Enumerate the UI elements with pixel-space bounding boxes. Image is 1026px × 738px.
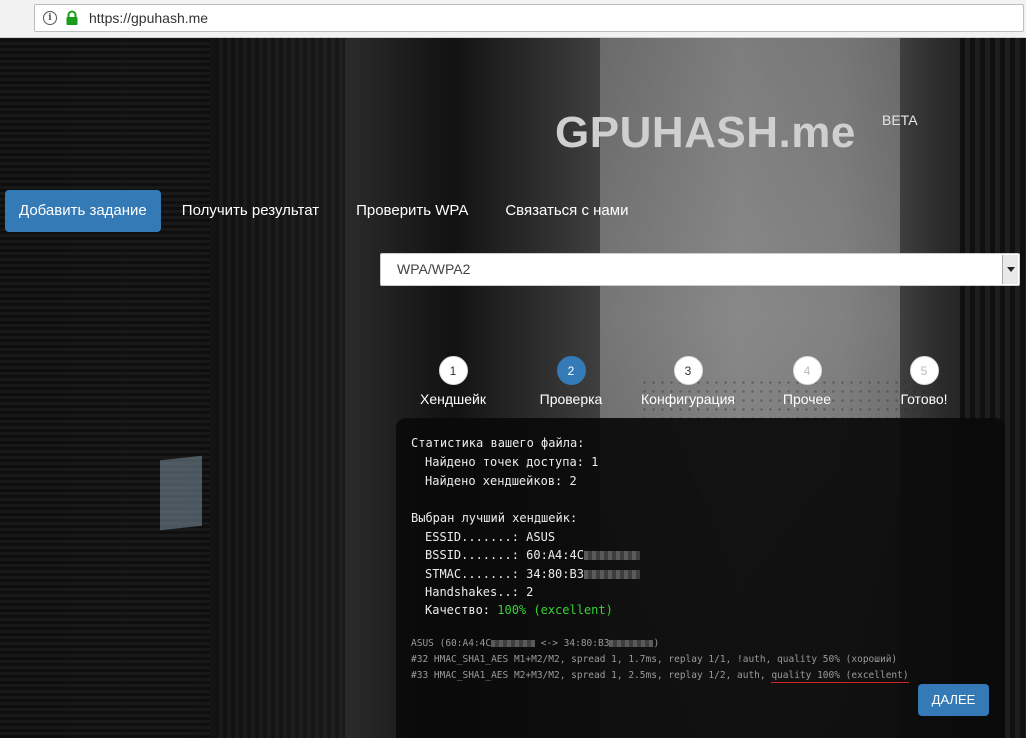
- step-configuration: 3 Конфигурация: [623, 356, 753, 407]
- step-number: 2: [556, 356, 586, 385]
- next-button[interactable]: ДАЛЕЕ: [918, 684, 989, 716]
- chevron-down-icon[interactable]: [1002, 255, 1018, 284]
- best-handshake-heading: Выбран лучший хендшейк:: [411, 511, 578, 525]
- server-rack-left: [0, 38, 210, 738]
- log-line-33-highlight: quality 100% (excellent): [771, 670, 909, 683]
- nav-add-task[interactable]: Добавить задание: [5, 190, 161, 232]
- hash-type-select[interactable]: WPA/WPA2: [380, 253, 1020, 286]
- log-pair-prefix: ASUS (60:A4:4C: [411, 638, 492, 649]
- lock-icon: [66, 10, 78, 25]
- log-line-33: #33 HMAC_SHA1_AES M2+M3/M2, spread 1, 2.…: [411, 670, 909, 683]
- rack-panel: [160, 455, 202, 531]
- stmac-line: STMAC.......: 34:80:B3: [425, 567, 640, 581]
- quality-line: Качество: 100% (excellent): [425, 603, 613, 617]
- step-handshake: 1 Хендшейк: [388, 356, 518, 407]
- site-logo[interactable]: GPUHASH.me: [555, 108, 856, 158]
- nav-check-wpa[interactable]: Проверить WPA: [340, 190, 484, 232]
- handshake-stats-panel: Статистика вашего файла: Найдено точек д…: [396, 418, 1005, 738]
- redacted-mac: [491, 640, 536, 647]
- redacted-mac: [583, 551, 640, 560]
- redacted-mac: [583, 570, 640, 579]
- step-done: 5 Готово!: [859, 356, 989, 407]
- step-number: 5: [909, 356, 939, 385]
- log-pair-line: ASUS (60:A4:4C <-> 34:80:B3): [411, 638, 659, 649]
- step-number: 4: [792, 356, 822, 385]
- select-value: WPA/WPA2: [397, 261, 471, 277]
- server-rack-left-2: [215, 38, 345, 738]
- info-icon[interactable]: i: [43, 11, 57, 25]
- essid-line: ESSID.......: ASUS: [425, 530, 556, 544]
- quality-label: Качество:: [425, 603, 498, 617]
- step-label: Хендшейк: [420, 391, 486, 407]
- bssid-text: BSSID.......: 60:A4:4C: [425, 548, 584, 562]
- step-number: 1: [438, 356, 468, 385]
- step-label: Готово!: [900, 391, 948, 407]
- beta-badge: BETA: [882, 112, 918, 128]
- redacted-mac: [609, 640, 654, 647]
- log-pair-suffix: ): [653, 638, 660, 649]
- stats-heading: Статистика вашего файла:: [411, 436, 585, 450]
- stmac-text: STMAC.......: 34:80:B3: [425, 567, 584, 581]
- nav-contact[interactable]: Связаться с нами: [489, 190, 644, 232]
- log-line-33-prefix: #33 HMAC_SHA1_AES M2+M3/M2, spread 1, 2.…: [411, 670, 772, 681]
- nav-get-result[interactable]: Получить результат: [166, 190, 335, 232]
- address-bar[interactable]: i https://gpuhash.me: [34, 4, 1024, 32]
- step-other: 4 Прочее: [742, 356, 872, 407]
- quality-value: 100% (excellent): [497, 603, 613, 617]
- log-pair-mid: <-> 34:80:B3: [535, 638, 610, 649]
- main-nav: Добавить задание Получить результат Пров…: [5, 190, 649, 232]
- step-number: 3: [673, 356, 703, 385]
- step-label: Конфигурация: [641, 391, 735, 407]
- url-text: https://gpuhash.me: [89, 10, 209, 26]
- step-label: Проверка: [539, 391, 603, 407]
- ap-found: Найдено точек доступа: 1: [425, 455, 599, 469]
- handshakes-line: Handshakes..: 2: [425, 585, 534, 599]
- browser-toolbar: i https://gpuhash.me: [0, 0, 1026, 38]
- step-check: 2 Проверка: [506, 356, 636, 407]
- bssid-line: BSSID.......: 60:A4:4C: [425, 548, 640, 562]
- step-label: Прочее: [782, 391, 832, 407]
- log-line-32: #32 HMAC_SHA1_AES M1+M2/M2, spread 1, 1.…: [411, 654, 898, 665]
- handshakes-found: Найдено хендшейков: 2: [425, 474, 577, 488]
